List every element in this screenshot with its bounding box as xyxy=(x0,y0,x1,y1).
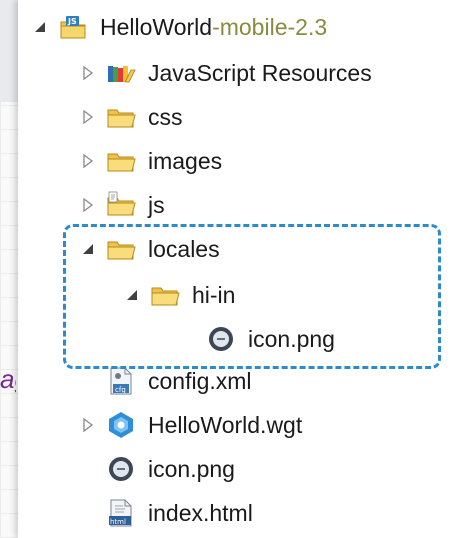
svg-text:html: html xyxy=(110,518,126,526)
tree-item-label: icon.png xyxy=(148,455,235,482)
tree-item-label: index.html xyxy=(148,499,253,526)
javascript-resources-icon xyxy=(106,58,136,88)
collapsed-arrow-icon[interactable] xyxy=(78,54,98,92)
collapsed-arrow-icon[interactable] xyxy=(78,406,98,444)
project-name: HelloWorld xyxy=(100,13,213,40)
collapsed-arrow-icon[interactable] xyxy=(78,186,98,224)
background-text-fragment: ag xyxy=(0,364,16,394)
tree-item-label: images xyxy=(148,147,223,174)
tree-row-javascript-resources[interactable]: JavaScript Resources xyxy=(78,54,372,92)
folder-icon xyxy=(106,102,136,132)
tree-item-label: JavaScript Resources xyxy=(148,59,372,86)
tree-row-css[interactable]: css xyxy=(78,98,183,136)
config-xml-icon: cfg xyxy=(106,366,136,396)
tree-row-project[interactable]: JS HelloWorld - mobile-2.3 xyxy=(30,8,327,46)
widget-package-icon xyxy=(106,410,136,440)
tree-item-label: css xyxy=(148,103,183,130)
svg-text:JS: JS xyxy=(67,17,77,26)
tree-item-label: js xyxy=(148,191,165,218)
project-separator: - xyxy=(212,13,220,40)
tree-item-label: config.xml xyxy=(148,367,252,394)
js-project-icon: JS xyxy=(58,12,88,42)
tree-row-images[interactable]: images xyxy=(78,142,222,180)
project-profile: mobile-2.3 xyxy=(219,13,328,40)
expanded-arrow-icon[interactable] xyxy=(30,8,50,46)
tree-row-index-html[interactable]: html index.html xyxy=(78,494,253,532)
html-file-icon: html xyxy=(106,498,136,528)
js-folder-icon xyxy=(106,190,136,220)
locales-highlight-box xyxy=(63,224,441,369)
image-file-icon xyxy=(106,454,136,484)
tree-row-icon-png[interactable]: icon.png xyxy=(78,450,235,488)
collapsed-arrow-icon[interactable] xyxy=(78,98,98,136)
tree-item-label: HelloWorld.wgt xyxy=(148,411,303,438)
tree-row-helloworld-wgt[interactable]: HelloWorld.wgt xyxy=(78,406,302,444)
tree-row-js[interactable]: js xyxy=(78,186,165,224)
svg-text:cfg: cfg xyxy=(115,386,126,394)
collapsed-arrow-icon[interactable] xyxy=(78,142,98,180)
folder-icon xyxy=(106,146,136,176)
